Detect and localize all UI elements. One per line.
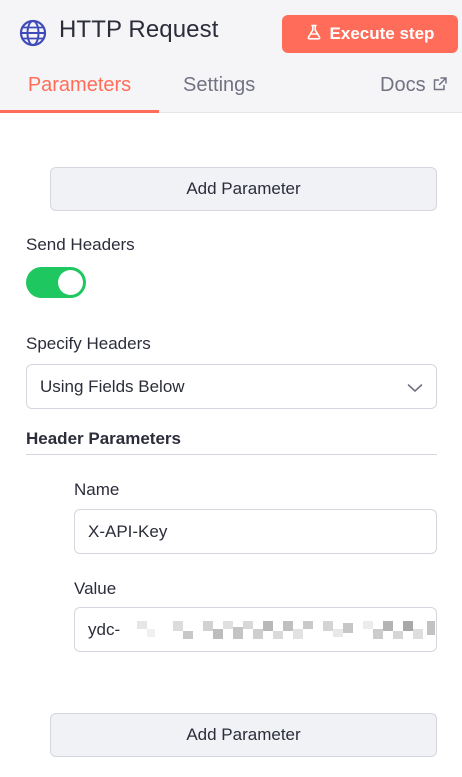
header-name-value: X-API-Key: [88, 522, 168, 541]
globe-icon: [19, 19, 47, 47]
tab-docs[interactable]: Docs: [380, 74, 448, 113]
header-value-input[interactable]: ydc-: [74, 607, 437, 652]
tab-parameters[interactable]: Parameters: [0, 74, 159, 113]
toggle-knob: [58, 270, 83, 295]
send-headers-label: Send Headers: [26, 235, 135, 254]
tab-settings[interactable]: Settings: [183, 74, 255, 113]
header-parameters-heading: Header Parameters: [26, 429, 181, 448]
tab-docs-label: Docs: [380, 74, 426, 96]
flask-icon: [306, 24, 322, 45]
add-parameter-label: Add Parameter: [186, 725, 301, 744]
specify-headers-label: Specify Headers: [26, 334, 151, 353]
node-title: HTTP Request: [59, 16, 219, 43]
specify-headers-select[interactable]: Using Fields Below: [26, 364, 437, 409]
execute-step-button[interactable]: Execute step: [282, 15, 458, 53]
add-parameter-button-top[interactable]: Add Parameter: [50, 167, 437, 211]
send-headers-toggle[interactable]: [26, 267, 86, 298]
external-link-icon: [432, 74, 448, 113]
name-label: Name: [74, 480, 120, 499]
active-tab-indicator: [0, 110, 159, 113]
execute-step-label: Execute step: [329, 24, 435, 43]
chevron-down-icon: [406, 379, 424, 397]
value-label: Value: [74, 579, 117, 598]
redacted-value-mosaic: [137, 615, 436, 645]
tab-settings-label: Settings: [183, 74, 256, 96]
header-name-input[interactable]: X-API-Key: [74, 509, 437, 554]
header-value-value: ydc-: [88, 620, 121, 639]
node-panel: HTTP Request Execute step Parameters Set…: [0, 0, 462, 777]
tab-parameters-label: Parameters: [27, 74, 132, 96]
panel-header: HTTP Request Execute step Parameters Set…: [0, 0, 462, 113]
specify-headers-value: Using Fields Below: [40, 377, 185, 396]
add-parameter-label: Add Parameter: [186, 179, 301, 198]
add-parameter-button-bottom[interactable]: Add Parameter: [50, 713, 437, 757]
section-divider: [26, 454, 437, 455]
